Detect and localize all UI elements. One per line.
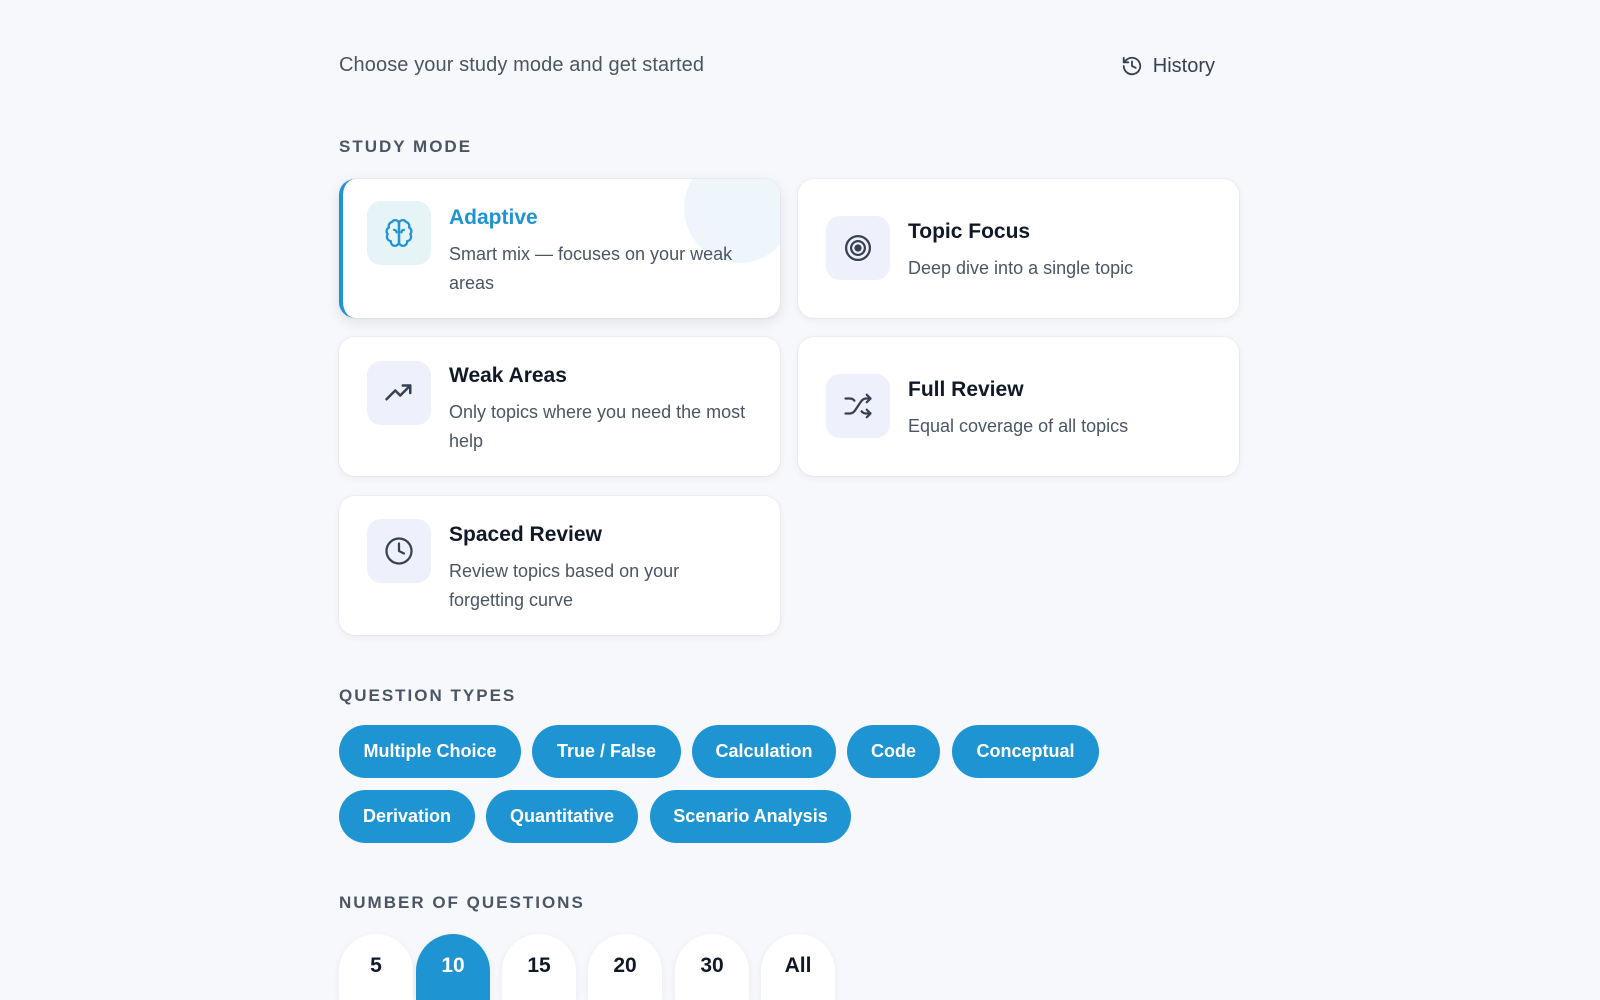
question-type-chip[interactable]: Quantitative [486, 790, 638, 843]
question-type-chip[interactable]: Conceptual [952, 725, 1099, 778]
question-count-option[interactable]: 15 [502, 934, 576, 1000]
question-count-option[interactable]: 5 [339, 934, 413, 1000]
mode-card-text: Spaced Review Review topics based on you… [449, 522, 756, 615]
mode-card-text: Weak Areas Only topics where you need th… [449, 363, 756, 456]
mode-card-adaptive[interactable]: Adaptive Smart mix — focuses on your wea… [339, 179, 780, 318]
mode-card-weak-areas[interactable]: Weak Areas Only topics where you need th… [339, 337, 780, 476]
question-type-chip[interactable]: Scenario Analysis [650, 790, 851, 843]
question-type-chip[interactable]: Calculation [692, 725, 836, 778]
mode-title: Weak Areas [449, 364, 567, 387]
mode-title: Topic Focus [908, 220, 1031, 243]
trending-up-icon [367, 361, 431, 425]
question-type-chip[interactable]: Code [847, 725, 940, 778]
mode-description: Only topics where you need the most help [449, 402, 746, 451]
clock-icon [367, 519, 431, 583]
history-button[interactable]: History [1121, 48, 1215, 84]
question-count-option[interactable]: 30 [675, 934, 749, 1000]
page-subtitle: Choose your study mode and get started [339, 54, 705, 76]
mode-card-full-review[interactable]: Full Review Equal coverage of all topics [798, 337, 1239, 476]
mode-card-topic-focus[interactable]: Topic Focus Deep dive into a single topi… [798, 179, 1239, 318]
study-setup-page: Choose your study mode and get started H… [339, 0, 1239, 1000]
target-icon [826, 216, 890, 280]
question-count-option[interactable]: All [761, 934, 835, 1000]
mode-description: Smart mix — focuses on your weak areas [449, 244, 733, 293]
mode-title: Full Review [908, 378, 1024, 401]
number-of-questions-label: NUMBER OF QUESTIONS [339, 893, 585, 912]
mode-card-text: Full Review Equal coverage of all topics [908, 377, 1215, 441]
top-bar: Choose your study mode and get started H… [339, 48, 1239, 88]
study-mode-label: STUDY MODE [339, 137, 473, 156]
question-count-option-selected[interactable]: 10 [416, 934, 490, 1000]
mode-description: Review topics based on your forgetting c… [449, 561, 680, 610]
mode-description: Equal coverage of all topics [908, 416, 1129, 436]
history-icon [1121, 55, 1143, 77]
mode-description: Deep dive into a single topic [908, 258, 1134, 278]
brain-icon [367, 201, 431, 265]
mode-title: Adaptive [449, 206, 538, 229]
mode-card-text: Adaptive Smart mix — focuses on your wea… [449, 205, 756, 298]
mode-title: Spaced Review [449, 523, 602, 546]
question-type-chip[interactable]: True / False [532, 725, 681, 778]
mode-card-text: Topic Focus Deep dive into a single topi… [908, 219, 1215, 283]
question-type-chip[interactable]: Multiple Choice [339, 725, 521, 778]
question-count-option[interactable]: 20 [588, 934, 662, 1000]
question-type-chip[interactable]: Derivation [339, 790, 475, 843]
question-types-label: QUESTION TYPES [339, 686, 517, 705]
mode-card-spaced-review[interactable]: Spaced Review Review topics based on you… [339, 496, 780, 635]
history-label: History [1152, 54, 1215, 77]
shuffle-icon [826, 374, 890, 438]
